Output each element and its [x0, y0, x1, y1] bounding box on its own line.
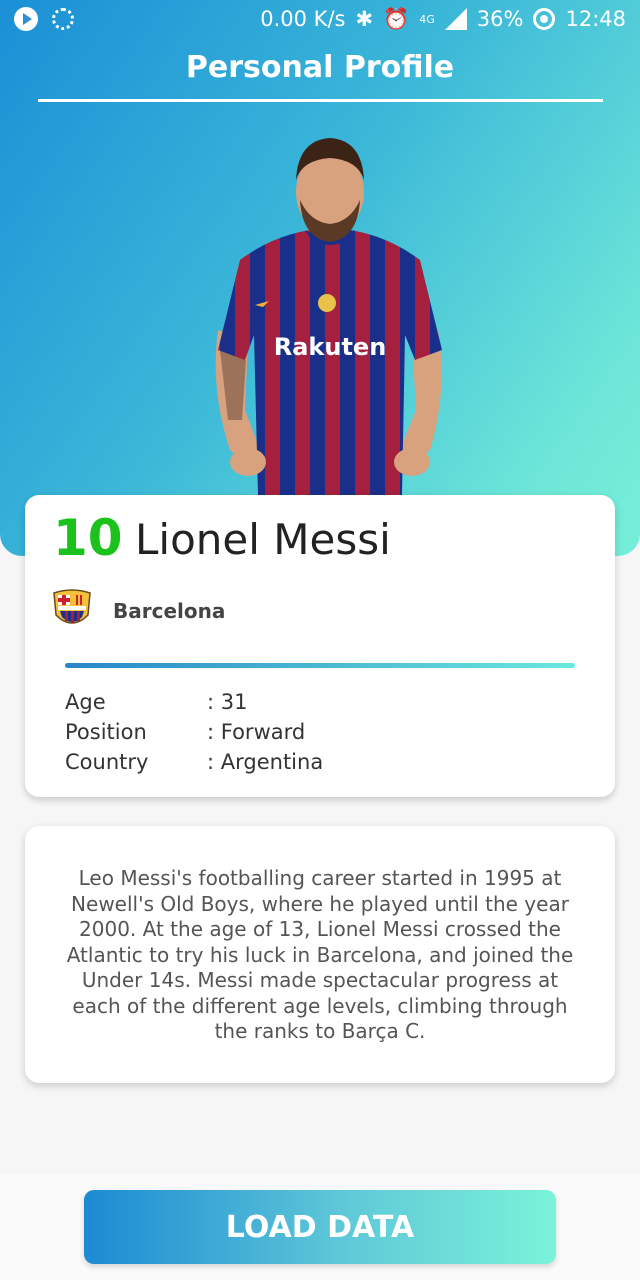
stat-row-position: Position : Forward — [65, 717, 323, 747]
signal-icon — [444, 8, 467, 30]
player-photo: Rakuten — [215, 138, 442, 495]
stat-value: : 31 — [207, 690, 248, 714]
player-stats: Age : 31 Position : Forward Country : Ar… — [65, 687, 323, 777]
network-speed: 0.00 K/s — [260, 7, 346, 31]
stat-value: : Forward — [207, 720, 306, 744]
clock: 12:48 — [565, 7, 626, 31]
stat-label: Position — [65, 720, 147, 744]
bio-card: Leo Messi's footballing career started i… — [25, 826, 615, 1083]
club-crest-icon — [53, 589, 91, 624]
player-card: 10 Lionel Messi Barcelona Age : 31 Posit… — [25, 495, 615, 797]
load-data-button[interactable]: LOAD DATA — [84, 1190, 556, 1264]
battery-icon — [533, 8, 556, 30]
page-title: Personal Profile — [185, 50, 455, 85]
bluetooth-icon: ✱ — [355, 7, 374, 31]
title-underline — [38, 99, 603, 102]
club-name: Barcelona — [113, 599, 226, 623]
card-divider — [65, 663, 575, 668]
stat-label: Age — [65, 690, 106, 714]
network-type: 4G — [419, 12, 435, 26]
stat-label: Country — [65, 750, 149, 774]
stat-row-age: Age : 31 — [65, 687, 323, 717]
player-number: 10 — [53, 509, 123, 567]
status-bar: 0.00 K/s ✱ ⏰ 4G 36% 12:48 — [0, 0, 640, 38]
play-icon — [14, 7, 38, 31]
alarm-icon: ⏰ — [383, 6, 410, 31]
club-badge-jersey-icon — [318, 294, 336, 312]
player-name: Lionel Messi — [135, 515, 391, 564]
svg-text:Rakuten: Rakuten — [274, 333, 387, 361]
bio-text: Leo Messi's footballing career started i… — [66, 866, 574, 1043]
stat-row-country: Country : Argentina — [65, 747, 323, 777]
battery-level: 36% — [476, 7, 524, 31]
sync-icon — [52, 8, 74, 30]
stat-value: : Argentina — [207, 750, 324, 774]
